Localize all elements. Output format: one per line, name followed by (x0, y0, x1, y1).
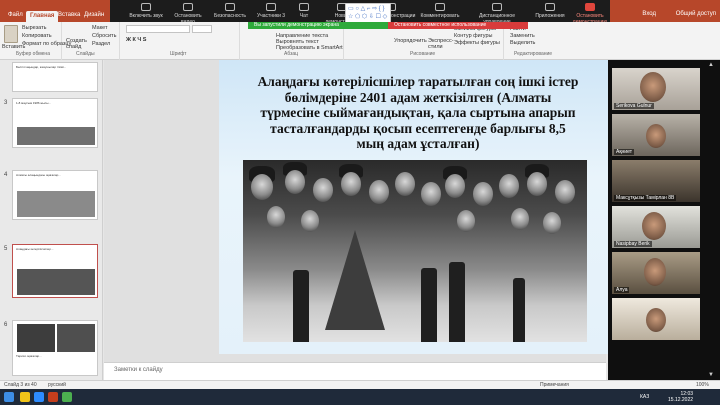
shape-outline-button[interactable]: Контур фигуры (454, 33, 492, 39)
participant-tile[interactable] (612, 298, 700, 340)
windows-start-icon[interactable] (4, 392, 14, 402)
zoom-unmute-button[interactable]: Включить звук (128, 0, 164, 22)
keyboard-language[interactable]: КАЗ (640, 394, 649, 400)
slide-thumbnail[interactable]: 1-8 маусым 1986 жылы... (12, 98, 98, 148)
participant-name: Ақниет (614, 149, 634, 155)
zoom-stop-share-button[interactable]: Остановить демонстрацию (570, 0, 610, 25)
participant-tile[interactable]: Алуа (612, 252, 700, 294)
participant-tile[interactable]: Nasipbay Berik (612, 206, 700, 248)
thumbnail-photo (17, 127, 95, 145)
zoom-stop-video-button[interactable]: Остановить видео (168, 0, 208, 25)
bold-icon[interactable]: Ж К Ч S (126, 37, 146, 43)
clock[interactable]: 12:03 15.12.2022 (668, 391, 693, 403)
zoom-remote-control-button[interactable]: Дистанционное управление (466, 0, 528, 25)
share-button[interactable]: Общий доступ (676, 11, 716, 17)
participant-tile[interactable]: Serikova Gulnur (612, 68, 700, 110)
font-group-label: Шрифт (170, 51, 187, 57)
reset-button[interactable]: Сбросить (92, 33, 116, 39)
section-button[interactable]: Раздел (92, 41, 110, 47)
slide-number: 6 (4, 322, 8, 328)
zoom-security-button[interactable]: Безопасность (210, 0, 250, 22)
file-explorer-icon[interactable] (20, 392, 30, 402)
slide-thumbnail[interactable]: Тарихи оқиғалар... (12, 320, 98, 376)
quick-styles-button[interactable]: Экспресс-стили (428, 38, 454, 50)
font-size-box[interactable] (192, 25, 212, 33)
microphone-icon (141, 3, 151, 11)
zoom-annotate-button[interactable]: Комментировать (416, 0, 464, 22)
zoom-level[interactable]: 100% (696, 382, 709, 388)
paragraph-group-label: Абзац (284, 51, 299, 57)
slide-thumbnail[interactable]: Алматы алаңындағы оқиғалар... (12, 170, 98, 220)
participant-tile[interactable]: Максұтқызы Тамірлан 8В (612, 160, 700, 202)
participant-name: Nasipbay Berik (614, 241, 652, 247)
zoom-apps-button[interactable]: Приложения (530, 0, 570, 22)
apps-icon (545, 3, 555, 11)
copy-button[interactable]: Копировать (22, 33, 52, 39)
editing-group-label: Редактирование (514, 51, 553, 57)
ribbon-group-labels: Буфер обмена Слайды Шрифт Абзац Рисовани… (0, 50, 720, 60)
notes-toggle[interactable]: Примечания (540, 382, 569, 388)
slide-thumbnails-panel: Белгілі ақындар, жазушылар тізімі... 3 1… (0, 60, 103, 380)
slides-group-label: Слайды (76, 51, 95, 57)
drawing-group-label: Рисование (410, 51, 436, 57)
powerpoint-icon[interactable] (48, 392, 58, 402)
slide-number: 3 (4, 100, 8, 106)
tab-design[interactable]: Дизайн (80, 10, 108, 20)
zoom-chat-button[interactable]: Чат (290, 0, 318, 22)
participants-panel: ▲ Serikova Gulnur Ақниет Максұтқызы Тамі… (608, 60, 720, 380)
chevron-down-icon[interactable]: ▼ (708, 372, 714, 378)
layout-button[interactable]: Макет (92, 25, 108, 31)
notes-placeholder: Заметки к слайду (114, 367, 163, 373)
thumbnail-photo (57, 324, 95, 352)
zoom-app-icon[interactable] (34, 392, 44, 402)
remote-control-icon (492, 3, 502, 11)
thumbnail-photo (17, 191, 95, 217)
participant-tile[interactable]: Ақниет (612, 114, 700, 156)
select-button[interactable]: Выделить (510, 40, 535, 46)
tab-file[interactable]: Файл (4, 10, 27, 20)
stop-share-banner[interactable]: Остановить совместное использование (388, 22, 528, 29)
shape-effects-button[interactable]: Эффекты фигуры (454, 40, 500, 46)
screen-share-banner: Вы запустили демонстрацию экрана (248, 22, 388, 29)
slide-counter: Слайд 3 из 40 (4, 382, 37, 388)
slide-number: 5 (4, 246, 8, 252)
stop-icon (585, 3, 595, 11)
taskbar: КАЗ 12:03 15.12.2022 (0, 389, 720, 405)
camera-icon (183, 3, 193, 11)
slide-title[interactable]: Алаңдағы көтерілісшілер таратылған соң і… (255, 74, 581, 152)
slide-thumbnail-active[interactable]: Алаңдағы көтерілісшілер... (12, 244, 98, 298)
paste-icon[interactable] (4, 25, 18, 43)
zoom-participants-button[interactable]: Участники 3 (252, 0, 290, 22)
font-name-box[interactable] (126, 25, 190, 33)
participant-name: Serikova Gulnur (614, 103, 654, 109)
cut-button[interactable]: Вырезать (22, 25, 46, 31)
people-icon (266, 3, 276, 11)
clipboard-group-label: Буфер обмена (16, 51, 50, 57)
shield-icon (225, 3, 235, 11)
slide-thumbnail[interactable]: Белгілі ақындар, жазушылар тізімі... (12, 62, 98, 92)
chrome-icon[interactable] (62, 392, 72, 402)
new-slide-button[interactable]: Создать слайд (66, 38, 88, 50)
notes-pane[interactable]: Заметки к слайду (104, 362, 606, 380)
participant-name: Максұтқызы Тамірлан 8В (614, 195, 677, 201)
chevron-up-icon[interactable]: ▲ (708, 62, 714, 68)
thumbnail-photo (17, 269, 95, 295)
participant-name: Алуа (614, 287, 630, 293)
slide-photo[interactable] (243, 160, 587, 342)
language-indicator[interactable]: русский (48, 382, 66, 388)
replace-button[interactable]: Заменить (510, 33, 535, 39)
pen-icon (435, 3, 445, 11)
status-bar: Слайд 3 из 40 русский Примечания 100% (0, 380, 720, 389)
thumbnail-photo (17, 324, 55, 352)
chat-icon (299, 3, 309, 11)
arrange-button[interactable]: Упорядочить (394, 38, 427, 44)
login-link[interactable]: Вход (642, 11, 656, 17)
slide-number: 4 (4, 172, 8, 178)
